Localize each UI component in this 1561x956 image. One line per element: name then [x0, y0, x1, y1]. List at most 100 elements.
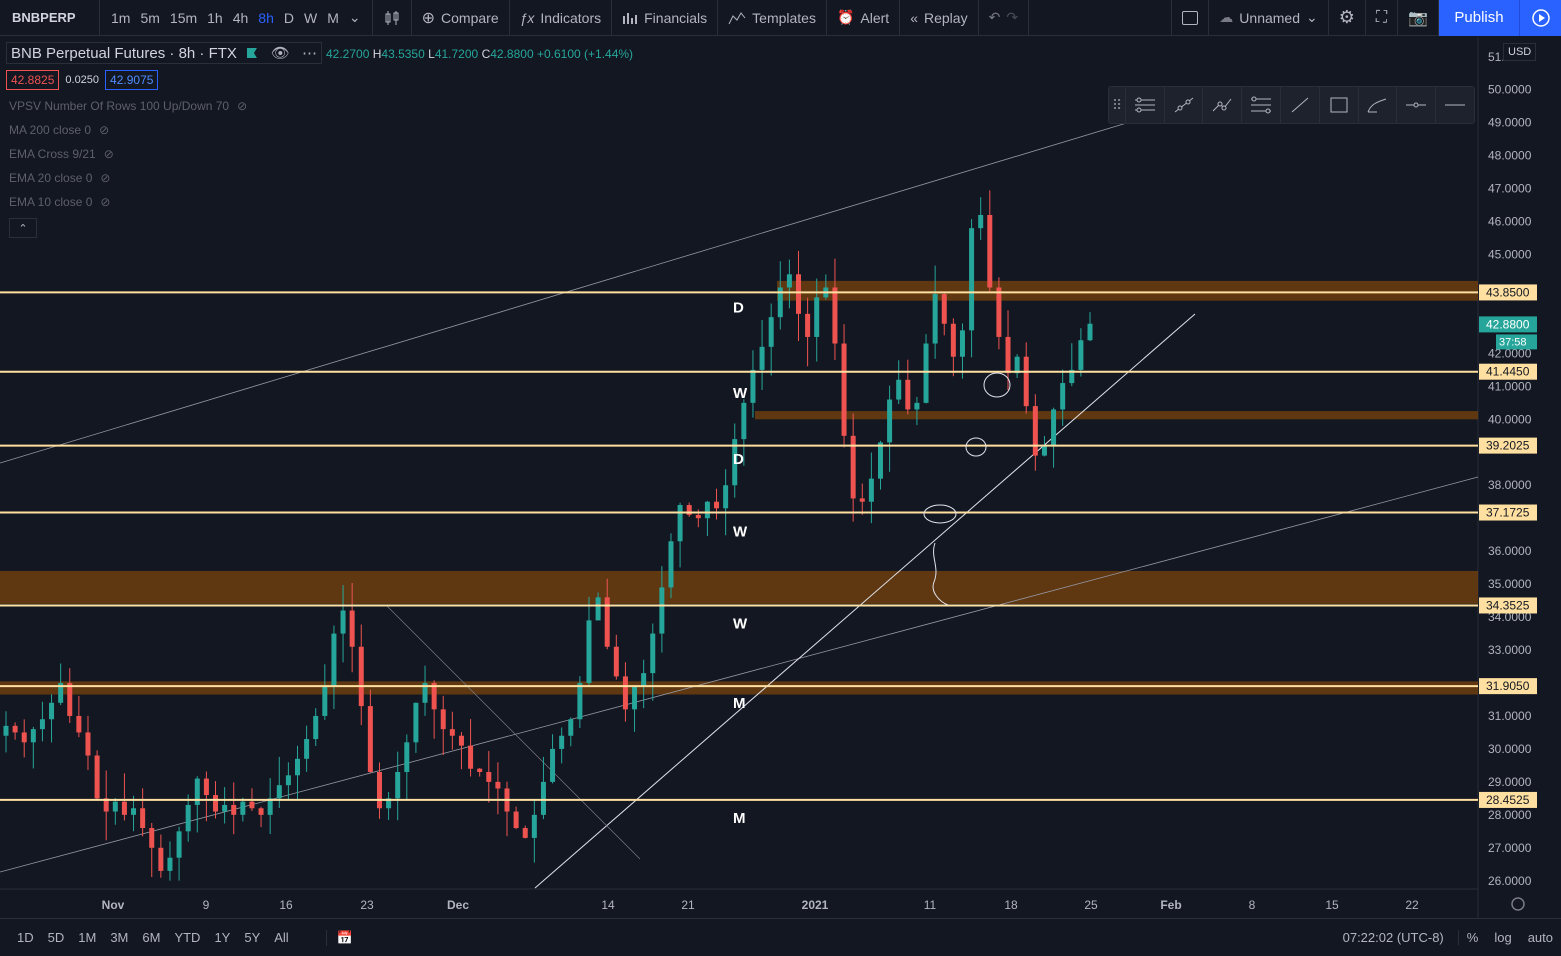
eye-off-icon[interactable]: ⊘ — [104, 147, 114, 161]
candle-body[interactable] — [440, 709, 446, 730]
layout-name-button[interactable]: ☁ Unnamed ⌄ — [1209, 0, 1329, 36]
candle-body[interactable] — [167, 857, 173, 871]
horizontal-line-tool[interactable] — [1435, 86, 1474, 124]
symbol-search[interactable]: BNBPERP — [0, 0, 100, 36]
clock-time[interactable]: 07:22:02 (UTC-8) — [1335, 930, 1459, 945]
interval-d[interactable]: D — [279, 0, 299, 36]
eye-off-icon[interactable]: ⊘ — [100, 195, 110, 209]
candle-body[interactable] — [805, 313, 811, 337]
candle-body[interactable] — [304, 739, 310, 759]
candle-body[interactable] — [112, 801, 118, 812]
candle-body[interactable] — [559, 735, 565, 749]
candle-body[interactable] — [486, 771, 492, 782]
candle-body[interactable] — [650, 633, 656, 674]
horizontal-ray-tool[interactable] — [1396, 86, 1435, 124]
candle-body[interactable] — [131, 808, 137, 815]
candle-body[interactable] — [969, 228, 975, 331]
templates-button[interactable]: Templates — [718, 0, 827, 36]
candle-body[interactable] — [39, 719, 45, 730]
fib-tool[interactable] — [1241, 86, 1280, 124]
candle-body[interactable] — [276, 785, 282, 799]
pitchfork-tool[interactable] — [1124, 86, 1164, 124]
candle-body[interactable] — [641, 673, 647, 687]
indicator-ema10[interactable]: EMA 10 close 0 ⊘ — [9, 190, 322, 214]
candle-body[interactable] — [1087, 323, 1093, 341]
interval-1m[interactable]: 1m — [106, 0, 135, 36]
candle-body[interactable] — [85, 732, 91, 756]
supply-demand-zone[interactable] — [777, 280, 1478, 301]
candle-body[interactable] — [213, 795, 219, 812]
candle-body[interactable] — [531, 814, 537, 838]
financials-button[interactable]: Financials — [612, 0, 719, 36]
candle-body[interactable] — [914, 402, 920, 410]
candle-body[interactable] — [950, 323, 956, 357]
range-1m[interactable]: 1M — [71, 930, 103, 945]
supply-demand-zone[interactable] — [0, 570, 1478, 604]
interval-m[interactable]: M — [322, 0, 344, 36]
candle-body[interactable] — [21, 732, 27, 743]
indicator-ema-cross[interactable]: EMA Cross 9/21 ⊘ — [9, 142, 322, 166]
alert-button[interactable]: ⏰ Alert — [827, 0, 901, 36]
candle-body[interactable] — [67, 683, 73, 716]
candle-body[interactable] — [458, 735, 464, 746]
eye-off-icon[interactable]: ⊘ — [237, 99, 247, 113]
candle-body[interactable] — [768, 317, 774, 347]
trendline-tool[interactable] — [1280, 86, 1319, 124]
candle-body[interactable] — [340, 610, 346, 634]
indicator-ema20[interactable]: EMA 20 close 0 ⊘ — [9, 166, 322, 190]
candle-body[interactable] — [905, 379, 911, 410]
candle-body[interactable] — [750, 369, 756, 403]
candle-body[interactable] — [358, 646, 364, 707]
candle-body[interactable] — [395, 771, 401, 799]
candle-body[interactable] — [1005, 336, 1011, 374]
candle-body[interactable] — [586, 620, 592, 684]
candle-body[interactable] — [577, 683, 583, 720]
candle-body[interactable] — [495, 781, 501, 789]
rectangle-tool[interactable] — [1318, 86, 1358, 124]
fullscreen-button[interactable]: ⛶ — [1366, 0, 1399, 36]
compare-button[interactable]: ⊕ Compare — [412, 0, 510, 36]
snapshot-button[interactable]: 📷 — [1398, 0, 1439, 36]
candle-body[interactable] — [149, 828, 155, 848]
candle-body[interactable] — [741, 402, 747, 440]
candle-body[interactable] — [121, 801, 127, 815]
redo-icon[interactable]: ↷ — [1006, 9, 1018, 26]
candle-body[interactable] — [522, 828, 528, 838]
candle-body[interactable] — [868, 478, 874, 502]
candle-body[interactable] — [796, 274, 802, 314]
eye-off-icon[interactable]: ⊘ — [100, 171, 110, 185]
candle-body[interactable] — [140, 808, 146, 829]
indicator-ma200[interactable]: MA 200 close 0 ⊘ — [9, 118, 322, 142]
supply-demand-zone[interactable] — [755, 411, 1478, 420]
candle-body[interactable] — [877, 442, 883, 479]
candle-body[interactable] — [1041, 445, 1047, 456]
candle-body[interactable] — [94, 755, 100, 799]
candle-body[interactable] — [203, 778, 209, 796]
range-5d[interactable]: 5D — [41, 930, 72, 945]
candle-body[interactable] — [632, 686, 638, 710]
candle-body[interactable] — [1078, 340, 1084, 370]
candle-body[interactable] — [841, 343, 847, 436]
candle-body[interactable] — [404, 742, 410, 772]
candle-body[interactable] — [30, 729, 36, 743]
candle-body[interactable] — [376, 771, 382, 809]
candle-body[interactable] — [814, 297, 820, 337]
candle-body[interactable] — [1060, 383, 1066, 410]
candle-body[interactable] — [550, 748, 556, 782]
candle-body[interactable] — [704, 501, 710, 519]
candle-body[interactable] — [595, 597, 601, 621]
interval-w[interactable]: W — [299, 0, 322, 36]
candle-body[interactable] — [996, 287, 1002, 337]
candle-body[interactable] — [540, 781, 546, 815]
interval-15m[interactable]: 15m — [165, 0, 202, 36]
candle-body[interactable] — [367, 706, 373, 772]
ask-price[interactable]: 42.9075 — [105, 70, 159, 90]
chevron-down-icon[interactable]: ⌄ — [344, 0, 366, 36]
range-all[interactable]: All — [267, 930, 295, 945]
candle-body[interactable] — [923, 343, 929, 403]
candle-body[interactable] — [714, 501, 720, 509]
range-1y[interactable]: 1Y — [207, 930, 237, 945]
range-6m[interactable]: 6M — [135, 930, 167, 945]
auto-toggle[interactable]: auto — [1520, 930, 1561, 945]
drag-handle-icon[interactable]: ⠿ — [1109, 97, 1125, 114]
